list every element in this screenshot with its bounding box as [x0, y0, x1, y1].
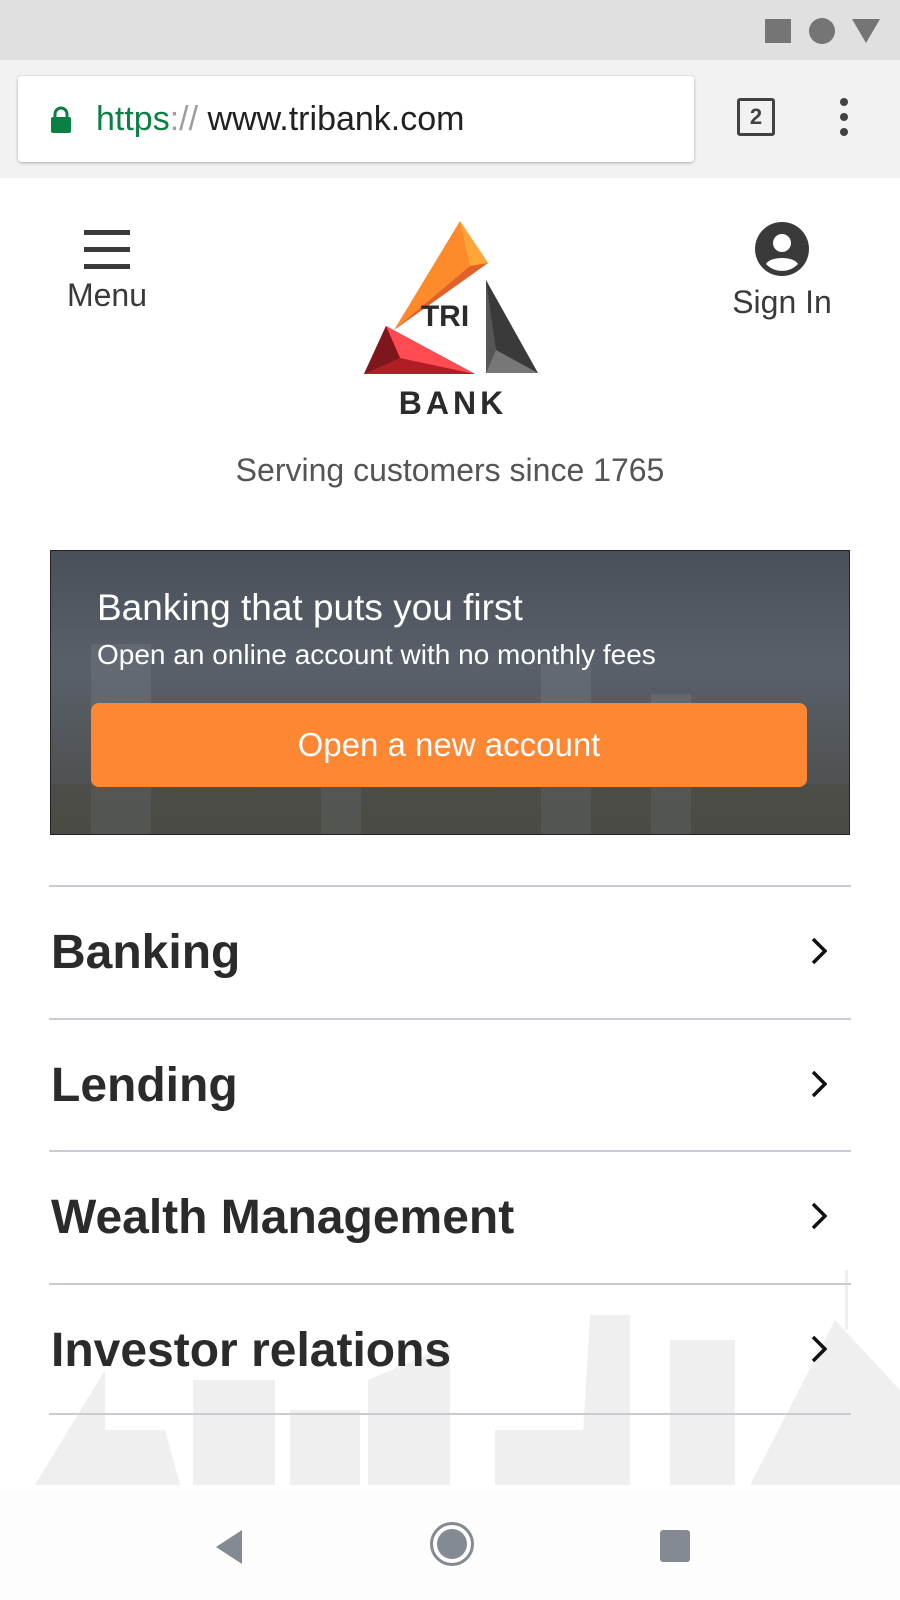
menu-button[interactable]: Menu [52, 226, 162, 314]
hamburger-icon [84, 230, 130, 269]
tagline: Serving customers since 1765 [235, 452, 665, 488]
more-options-icon[interactable] [840, 98, 850, 143]
status-bar [0, 0, 900, 60]
hero-subtitle: Open an online account with no monthly f… [97, 639, 656, 670]
tab-switcher-button[interactable]: 2 [737, 98, 775, 136]
logo-text-bank: BANK [398, 385, 508, 421]
nav-list: Banking Lending Wealth Management Invest… [49, 885, 851, 1415]
chevron-right-icon [811, 1070, 827, 1097]
signal-icon [852, 19, 880, 43]
sign-in-label: Sign In [732, 284, 832, 320]
chevron-right-icon [811, 1335, 827, 1362]
chevron-right-icon [811, 937, 827, 965]
circle-icon [809, 18, 835, 44]
hero-banner: Banking that puts you first Open an onli… [50, 550, 850, 835]
nav-item-wealth-management[interactable]: Wealth Management [49, 1150, 851, 1283]
recents-icon[interactable] [660, 1530, 690, 1562]
browser-toolbar: https:// www.tribank.com 2 [0, 60, 900, 178]
nav-label: Investor relations [51, 1323, 452, 1377]
nav-label: Lending [51, 1058, 238, 1112]
address-bar[interactable]: https:// www.tribank.com [18, 76, 694, 162]
logo-text-tri: TRI [421, 300, 469, 333]
nav-item-lending[interactable]: Lending [49, 1017, 851, 1151]
menu-label: Menu [66, 277, 148, 313]
nav-label: Banking [51, 926, 241, 979]
hero-title: Banking that puts you first [97, 587, 523, 628]
nav-item-investor-relations[interactable]: Investor relations [49, 1282, 851, 1415]
stop-icon [765, 19, 791, 43]
home-icon[interactable] [430, 1522, 474, 1566]
nav-item-banking[interactable]: Banking [49, 885, 851, 1018]
open-account-button[interactable]: Open a new account [91, 703, 807, 787]
lock-icon [51, 106, 71, 133]
nav-label: Wealth Management [51, 1191, 515, 1244]
back-icon[interactable] [216, 1530, 242, 1564]
url-text: https:// www.tribank.com [96, 100, 465, 138]
sign-in-button[interactable]: Sign In [712, 222, 852, 321]
account-circle-icon [755, 222, 809, 276]
chevron-right-icon [811, 1202, 827, 1230]
